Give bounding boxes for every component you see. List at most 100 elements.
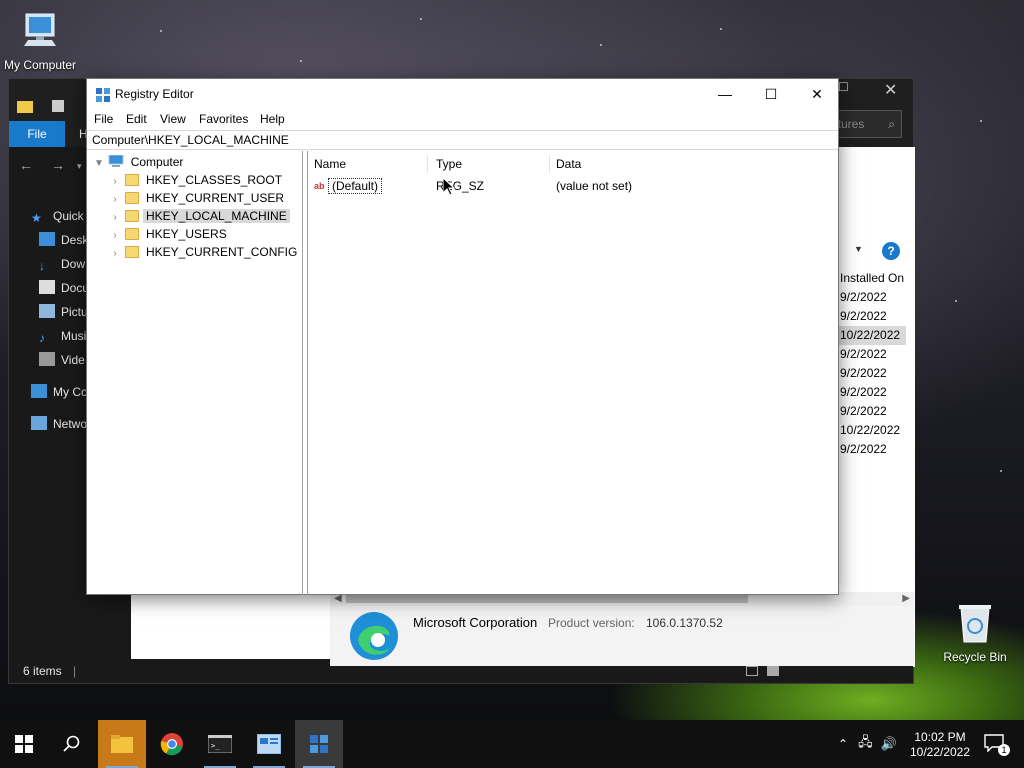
tree-item-hkey-classes-root[interactable]: › HKEY_CLASSES_ROOT [109, 171, 285, 189]
installed-date-cell[interactable]: 9/2/2022 [834, 383, 906, 402]
taskbar-chrome[interactable] [148, 720, 196, 768]
music-icon: ♪ [39, 331, 45, 345]
folder-icon [125, 174, 139, 186]
nav-item-label: Quick [53, 209, 84, 223]
chrome-icon [160, 733, 183, 756]
taskbar: >_ ⌃ 🖧 🔊 10:02 PM 10/22/2022 1 [0, 720, 1024, 768]
nav-item-downloads[interactable]: ↓ Dow [39, 254, 85, 274]
nav-item-my-computer[interactable]: My Co [31, 382, 88, 402]
volume-icon[interactable]: 🔊 [881, 736, 897, 752]
value-name-cell[interactable]: ab (Default) [314, 177, 383, 195]
close-button[interactable]: ✕ [794, 79, 840, 109]
chevron-down-icon[interactable]: ▼ [93, 155, 105, 173]
value-row[interactable]: ab (Default) REG_SZ (value not set) [308, 177, 839, 195]
clock[interactable]: 10:02 PM 10/22/2022 [904, 730, 976, 760]
installed-date-cell[interactable]: 10/22/2022 [834, 421, 906, 440]
nav-item-videos[interactable]: Vide [39, 350, 85, 370]
bg-close-button[interactable]: ✕ [884, 80, 897, 100]
desktop-icon-recycle-bin[interactable]: Recycle Bin [935, 602, 1015, 664]
forward-arrow-icon[interactable]: → [51, 157, 65, 173]
windows-logo-icon [15, 735, 33, 753]
registry-editor-window[interactable]: Registry Editor — ☐ ✕ File Edit View Fav… [86, 78, 839, 595]
installed-date-cell[interactable]: 9/2/2022 [834, 364, 906, 383]
properties-icon[interactable] [51, 99, 65, 113]
regedit-icon [310, 735, 328, 753]
network-icon[interactable]: 🖧 [858, 733, 873, 755]
menu-file[interactable]: File [94, 112, 113, 126]
system-tray: ⌃ 🖧 🔊 [838, 720, 897, 768]
notification-center-button[interactable]: 1 [984, 734, 1010, 756]
tree-item-hkey-users[interactable]: › HKEY_USERS [109, 225, 230, 243]
product-version-label: Product version: [548, 616, 635, 630]
computer-icon [31, 384, 47, 398]
recycle-bin-icon [959, 605, 991, 643]
nav-item-label: Desk [61, 233, 89, 247]
desktop-icon-label: Recycle Bin [943, 650, 1007, 664]
search-icon: ⌕ [888, 117, 895, 131]
file-tab[interactable]: File [9, 121, 65, 147]
tiles-view-icon[interactable] [767, 666, 780, 676]
tree-item-label: HKEY_CURRENT_USER [146, 191, 285, 205]
nav-item-network[interactable]: Netwo [31, 414, 87, 434]
menu-help[interactable]: Help [260, 112, 285, 126]
installed-date-cell[interactable]: 9/2/2022 [834, 288, 906, 307]
help-icon[interactable]: ? [882, 242, 900, 260]
key-tree: ▼ Computer › HKEY_CLASSES_ROOT › HKEY_CURR… [87, 151, 303, 595]
installed-date-cell[interactable]: 9/2/2022 [834, 440, 906, 459]
values-list: Name Type Data ab (Default) REG_SZ (value… [307, 151, 839, 595]
start-button[interactable] [0, 720, 48, 768]
tree-item-hkey-current-config[interactable]: › HKEY_CURRENT_CONFIG [109, 243, 300, 261]
installed-date-cell[interactable]: 9/2/2022 [834, 307, 906, 326]
pictures-icon [39, 304, 55, 318]
taskbar-control-panel[interactable] [245, 720, 293, 768]
registry-editor-titlebar[interactable]: Registry Editor — ☐ ✕ [87, 79, 838, 109]
network-icon [31, 416, 47, 430]
tree-item-label: Computer [130, 155, 184, 169]
column-header-data[interactable]: Data [550, 155, 836, 173]
installed-date-cell[interactable]: 9/2/2022 [834, 402, 906, 421]
taskbar-file-explorer[interactable] [98, 720, 146, 768]
show-hidden-icons-icon[interactable]: ⌃ [838, 737, 848, 751]
maximize-button[interactable]: ☐ [748, 79, 794, 109]
nav-item-label: Dow [61, 257, 86, 271]
notification-badge: 1 [998, 744, 1010, 756]
column-header-installed-on[interactable]: Installed On [834, 268, 906, 288]
details-view-icon[interactable] [746, 666, 758, 676]
folder-icon [125, 228, 139, 240]
back-arrow-icon[interactable]: ← [19, 157, 33, 173]
search-button[interactable] [48, 720, 96, 768]
nav-item-music[interactable]: ♪ Musi [39, 326, 86, 346]
chevron-right-icon[interactable]: › [109, 245, 121, 263]
nav-item-documents[interactable]: Docu [39, 278, 89, 298]
column-header-type[interactable]: Type [430, 155, 550, 173]
tree-item-label: HKEY_USERS [146, 227, 227, 241]
tree-item-label: HKEY_CLASSES_ROOT [146, 173, 283, 187]
taskbar-terminal[interactable]: >_ [196, 720, 244, 768]
tree-item-hkey-current-user[interactable]: › HKEY_CURRENT_USER [109, 189, 287, 207]
value-name: (Default) [328, 178, 383, 194]
menu-favorites[interactable]: Favorites [199, 112, 248, 126]
menu-view[interactable]: View [160, 112, 186, 126]
minimize-button[interactable]: — [702, 79, 748, 109]
scrollbar-thumb[interactable] [346, 595, 748, 603]
desktop-icon-label: My Computer [3, 58, 77, 72]
nav-item-label: Musi [61, 329, 87, 343]
scroll-right-icon[interactable]: ▶ [902, 592, 910, 606]
folder-icon [17, 101, 33, 113]
menu-edit[interactable]: Edit [126, 112, 147, 126]
desktop-icon-my-computer[interactable]: My Computer [0, 10, 80, 72]
address-bar[interactable]: Computer\HKEY_LOCAL_MACHINE [87, 130, 838, 150]
tree-item-hkey-local-machine[interactable]: › HKEY_LOCAL_MACHINE [109, 207, 290, 225]
view-toggle[interactable] [746, 665, 786, 679]
taskbar-registry-editor[interactable] [295, 720, 343, 768]
chevron-down-icon[interactable]: ▼ [854, 244, 863, 254]
tree-item-computer[interactable]: ▼ Computer [93, 153, 186, 171]
installed-date-cell[interactable]: 9/2/2022 [834, 345, 906, 364]
svg-text:>_: >_ [211, 742, 220, 750]
nav-item-desktop[interactable]: Desk [39, 230, 88, 250]
column-header-name[interactable]: Name [308, 155, 428, 173]
nav-item-pictures[interactable]: Pictu [39, 302, 88, 322]
installed-date-cell[interactable]: 10/22/2022 [834, 326, 906, 345]
chevron-down-icon[interactable]: ▾ [77, 161, 82, 172]
nav-item-quick-access[interactable]: ★ Quick [31, 206, 84, 226]
